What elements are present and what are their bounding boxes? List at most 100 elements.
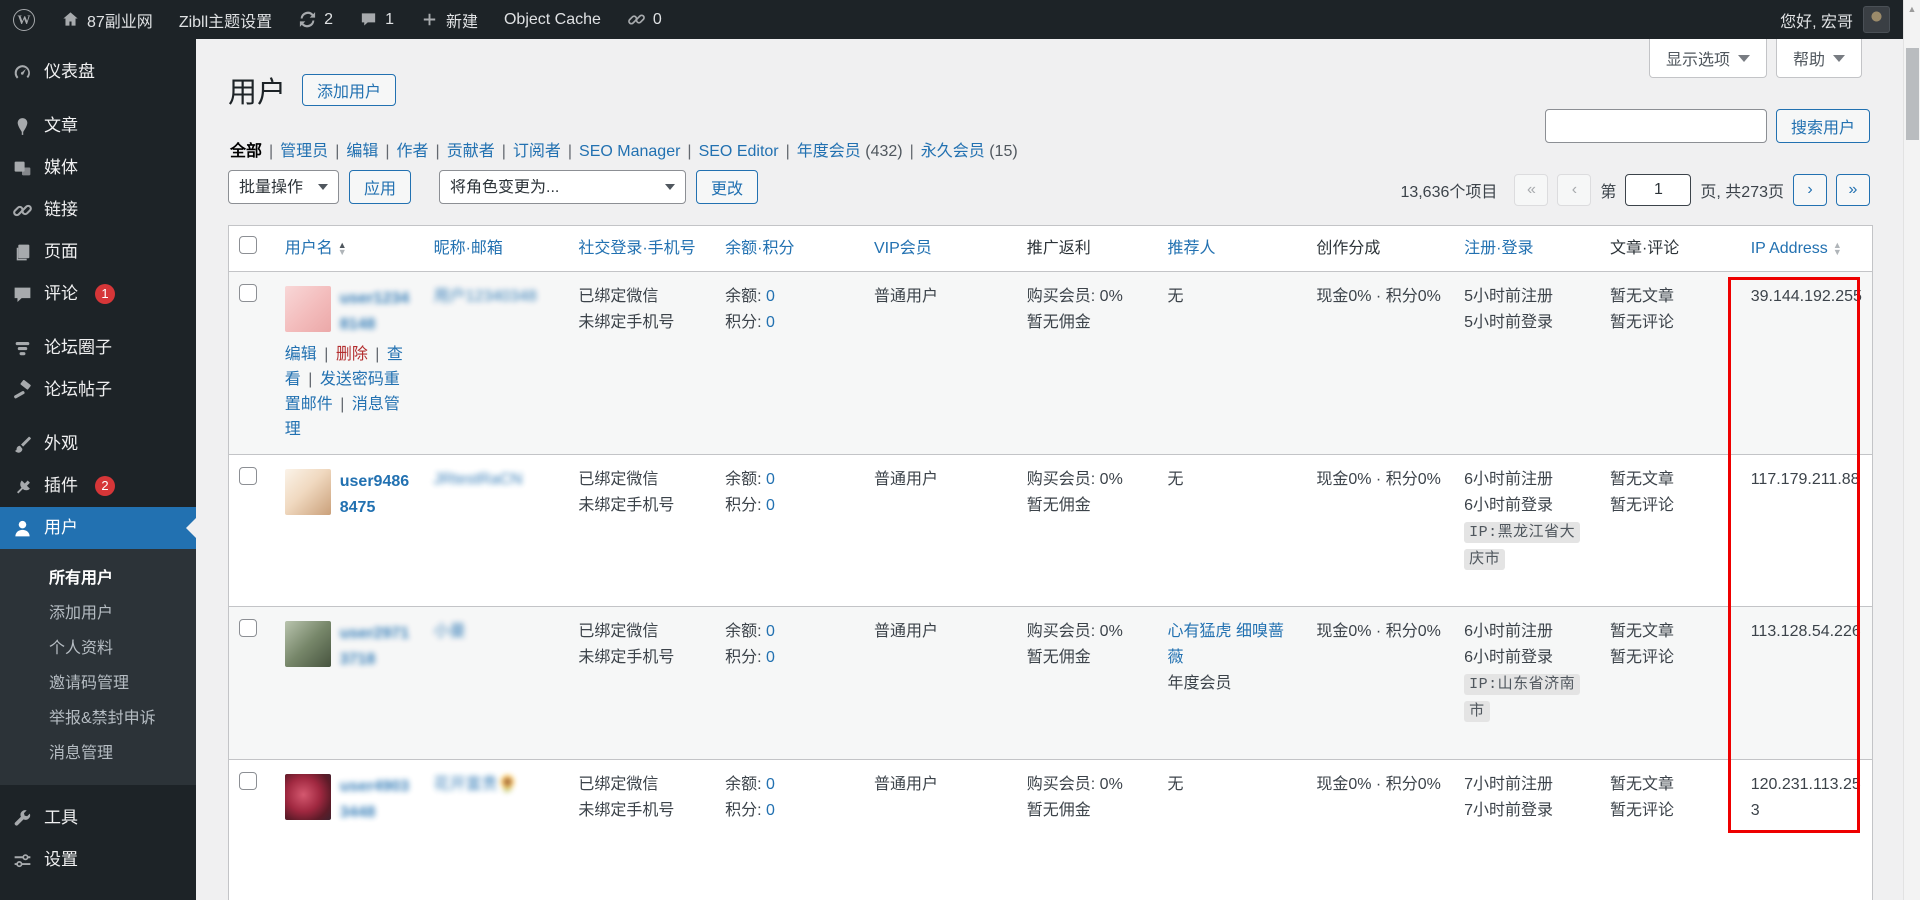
row-checkbox[interactable] bbox=[239, 284, 257, 302]
sidebar-item-forum-circles[interactable]: 论坛圈子 bbox=[0, 327, 196, 369]
row-checkbox[interactable] bbox=[239, 467, 257, 485]
filter-seo-manager[interactable]: SEO Manager bbox=[579, 143, 680, 160]
balance-value[interactable]: 0 bbox=[766, 623, 775, 640]
zibll-theme-settings-link[interactable]: Zibll主题设置 bbox=[166, 0, 285, 39]
screen-options-tab[interactable]: 显示选项 bbox=[1648, 39, 1767, 78]
referrer-membership: 年度会员 bbox=[1167, 675, 1232, 692]
updates-link[interactable]: 2 bbox=[285, 0, 346, 39]
filter-editor[interactable]: 编辑 bbox=[346, 143, 378, 160]
nickname-link[interactable]: 花开富贵🌻 bbox=[434, 776, 518, 793]
page-title: 用户 bbox=[228, 77, 287, 109]
sidebar-item-dashboard[interactable]: 仪表盘 bbox=[0, 51, 196, 93]
search-users-input[interactable] bbox=[1544, 109, 1767, 143]
add-user-button[interactable]: 添加用户 bbox=[302, 74, 397, 106]
first-page-button[interactable]: « bbox=[1514, 174, 1549, 206]
delete-link[interactable]: 删除 bbox=[336, 346, 368, 363]
filter-annual-member[interactable]: 年度会员 bbox=[797, 143, 861, 160]
filter-contributor[interactable]: 贡献者 bbox=[447, 143, 495, 160]
column-referrer[interactable]: 推荐人 bbox=[1168, 238, 1216, 260]
row-checkbox[interactable] bbox=[239, 619, 257, 637]
sidebar-item-pages[interactable]: 页面 bbox=[0, 231, 196, 273]
points-value[interactable]: 0 bbox=[766, 314, 775, 331]
select-all-checkbox[interactable] bbox=[239, 236, 257, 254]
admin-bar: W 87副业网 Zibll主题设置 2 1 新建 Object Cache 0 … bbox=[0, 0, 1920, 39]
apply-button[interactable]: 应用 bbox=[349, 170, 412, 204]
comments-badge: 1 bbox=[95, 284, 115, 304]
filter-seo-editor[interactable]: SEO Editor bbox=[699, 143, 779, 160]
plus-icon bbox=[423, 13, 436, 26]
avatar bbox=[284, 469, 331, 515]
points-value[interactable]: 0 bbox=[766, 802, 775, 819]
help-tab[interactable]: 帮助 bbox=[1775, 39, 1862, 78]
sidebar-item-posts[interactable]: 文章 bbox=[0, 105, 196, 147]
sidebar-item-users[interactable]: 用户 bbox=[0, 507, 196, 549]
scrollbar-thumb[interactable] bbox=[1906, 48, 1919, 140]
current-page-input[interactable] bbox=[1625, 174, 1692, 206]
filter-subscriber[interactable]: 订阅者 bbox=[513, 143, 561, 160]
column-ip-address[interactable]: IP Address ▲ ▼ bbox=[1751, 238, 1842, 260]
items-total: 13,636个项目 bbox=[1400, 184, 1498, 201]
admin-avatar[interactable] bbox=[1863, 6, 1890, 33]
sidebar-item-media[interactable]: 媒体 bbox=[0, 147, 196, 189]
filter-lifetime-member[interactable]: 永久会员 bbox=[921, 143, 985, 160]
scroll-up-arrow-icon[interactable]: ▲ bbox=[1904, 0, 1920, 17]
referrer-link[interactable]: 心有猛虎 细嗅蔷薇 bbox=[1168, 623, 1284, 666]
last-page-button[interactable]: » bbox=[1836, 174, 1870, 206]
submenu-invite-codes[interactable]: 邀请码管理 bbox=[0, 666, 196, 701]
submenu-all-users[interactable]: 所有用户 bbox=[0, 561, 196, 596]
nickname-link[interactable]: 用户12340348 bbox=[434, 288, 537, 305]
prev-page-button[interactable]: ‹ bbox=[1557, 174, 1592, 206]
username-link[interactable]: user29713718 bbox=[285, 619, 414, 673]
balance-value[interactable]: 0 bbox=[766, 471, 775, 488]
filter-author[interactable]: 作者 bbox=[397, 143, 429, 160]
submenu-message-management[interactable]: 消息管理 bbox=[0, 736, 196, 771]
sidebar-item-plugins[interactable]: 插件 2 bbox=[0, 465, 196, 507]
bulk-action-select[interactable]: 批量操作 bbox=[228, 170, 339, 204]
balance-value[interactable]: 0 bbox=[766, 288, 775, 305]
submenu-add-user[interactable]: 添加用户 bbox=[0, 596, 196, 631]
sidebar-item-links[interactable]: 链接 bbox=[0, 189, 196, 231]
table-row: user12348148 编辑 | 删除 | 查看 | 发送密码重置邮件 | 消… bbox=[228, 271, 1873, 455]
edit-link[interactable]: 编辑 bbox=[285, 346, 317, 363]
sidebar-item-settings[interactable]: 设置 bbox=[0, 839, 196, 881]
nickname-link[interactable]: 小曼 bbox=[434, 623, 466, 640]
column-username[interactable]: 用户名 ▲ ▼ bbox=[285, 238, 347, 260]
change-role-select[interactable]: 将角色变更为... bbox=[439, 170, 687, 204]
sort-arrows-icon: ▲ ▼ bbox=[1832, 239, 1842, 257]
row-checkbox[interactable] bbox=[239, 772, 257, 790]
ip-address-value: 113.128.54.226 bbox=[1740, 606, 1873, 760]
column-vip[interactable]: VIP会员 bbox=[874, 238, 932, 260]
points-value[interactable]: 0 bbox=[766, 497, 775, 514]
balance-value[interactable]: 0 bbox=[766, 776, 775, 793]
sidebar-item-forum-posts[interactable]: 论坛帖子 bbox=[0, 369, 196, 411]
user-greeting[interactable]: 您好, 宏哥 bbox=[1780, 8, 1853, 32]
nickname-link[interactable]: JRtestRaCN bbox=[434, 471, 523, 488]
filter-all[interactable]: 全部 bbox=[230, 143, 262, 160]
site-name-link[interactable]: 87副业网 bbox=[48, 0, 166, 39]
sidebar-item-tools[interactable]: 工具 bbox=[0, 797, 196, 839]
username-link[interactable]: user12348148 bbox=[285, 284, 414, 338]
sidebar-item-appearance[interactable]: 外观 bbox=[0, 423, 196, 465]
object-cache-menu[interactable]: Object Cache bbox=[491, 0, 614, 39]
column-register-login[interactable]: 注册·登录 bbox=[1464, 238, 1533, 260]
points-value[interactable]: 0 bbox=[766, 649, 775, 666]
chevron-down-icon bbox=[1833, 54, 1845, 62]
column-social-phone[interactable]: 社交登录·手机号 bbox=[578, 238, 695, 260]
change-role-button[interactable]: 更改 bbox=[696, 170, 759, 204]
new-content-menu[interactable]: 新建 bbox=[407, 0, 491, 39]
sidebar-item-comments[interactable]: 评论 1 bbox=[0, 273, 196, 315]
submenu-reports-bans[interactable]: 举报&禁封申诉 bbox=[0, 701, 196, 736]
next-page-button[interactable]: › bbox=[1793, 174, 1827, 206]
column-balance-points[interactable]: 余额·积分 bbox=[725, 238, 794, 260]
submenu-profile[interactable]: 个人资料 bbox=[0, 631, 196, 666]
wp-logo-menu[interactable]: W bbox=[0, 0, 48, 39]
username-link[interactable]: user49033448 bbox=[285, 772, 414, 826]
comments-link[interactable]: 1 bbox=[346, 0, 407, 39]
filter-administrator[interactable]: 管理员 bbox=[280, 143, 328, 160]
performance-links-menu[interactable]: 0 bbox=[614, 0, 675, 39]
vertical-scrollbar[interactable]: ▲ bbox=[1903, 0, 1920, 900]
admin-sidebar: 仪表盘 文章 媒体 链接 页面 评论 1 论坛圈子 论坛帖子 外观 插件 2 用… bbox=[0, 39, 196, 900]
column-nickname-email[interactable]: 昵称·邮箱 bbox=[434, 238, 503, 260]
column-creation-share: 创作分成 bbox=[1316, 239, 1381, 257]
search-users-button[interactable]: 搜索用户 bbox=[1775, 109, 1870, 143]
